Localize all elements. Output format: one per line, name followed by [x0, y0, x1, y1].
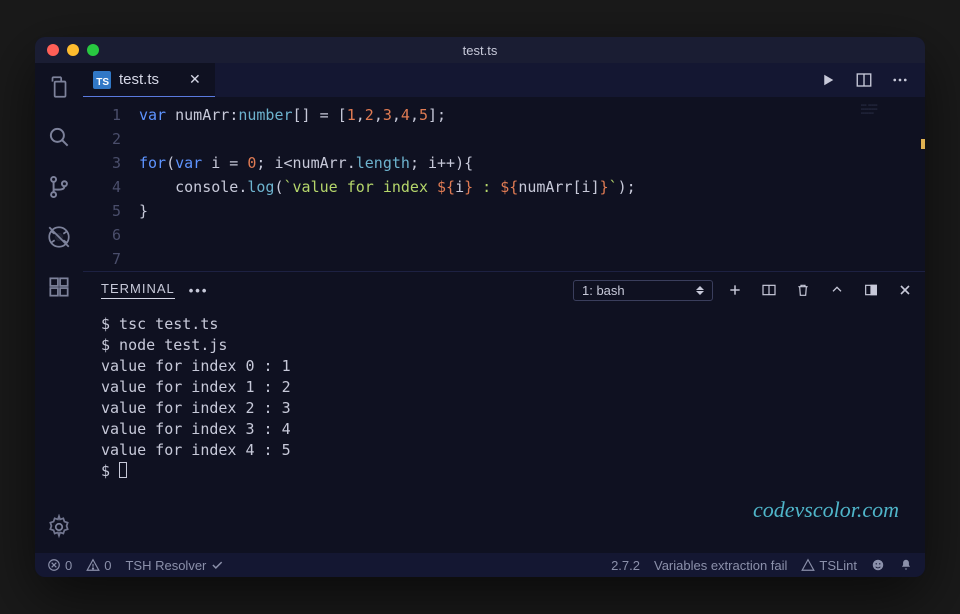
toggle-panel-icon[interactable] [863, 282, 879, 298]
feedback-smiley-icon[interactable] [871, 558, 885, 572]
notifications-bell-icon[interactable] [899, 558, 913, 572]
tab-test-ts[interactable]: TS test.ts ✕ [83, 63, 215, 97]
status-bar: 0 0 TSH Resolver 2.7.2 Variables extract… [35, 553, 925, 577]
source-control-icon[interactable] [45, 173, 73, 201]
window-title: test.ts [35, 43, 925, 58]
line-number-gutter: 1234567 [83, 103, 139, 271]
kill-terminal-icon[interactable] [795, 282, 811, 298]
terminal-actions [727, 282, 913, 298]
split-terminal-icon[interactable] [761, 282, 777, 298]
overview-ruler-mark [921, 139, 925, 149]
explorer-icon[interactable] [45, 73, 73, 101]
main-area: TS test.ts ✕ 12345 [35, 63, 925, 553]
editor-actions [819, 63, 925, 97]
status-errors[interactable]: 0 [47, 558, 72, 573]
editor-group: TS test.ts ✕ 12345 [83, 63, 925, 553]
run-icon[interactable] [819, 71, 837, 89]
status-errors-count: 0 [65, 558, 72, 573]
extensions-icon[interactable] [45, 273, 73, 301]
status-warnings-count: 0 [104, 558, 111, 573]
terminal-tab[interactable]: TERMINAL [101, 281, 175, 299]
status-warnings[interactable]: 0 [86, 558, 111, 573]
split-editor-icon[interactable] [855, 71, 873, 89]
minimap[interactable]: ▬▬▬ ▬▬▬▬▬▬▬▬▬▬▬▬▬▬▬▬▬▬▬▬▬ [861, 103, 921, 133]
search-icon[interactable] [45, 123, 73, 151]
editor-window: test.ts [35, 37, 925, 577]
new-terminal-icon[interactable] [727, 282, 743, 298]
panel-more-icon[interactable]: ••• [189, 283, 209, 298]
watermark-text: codevscolor.com [753, 497, 899, 523]
maximize-panel-icon[interactable] [829, 282, 845, 298]
status-message[interactable]: Variables extraction fail [654, 558, 787, 573]
status-version[interactable]: 2.7.2 [611, 558, 640, 573]
code-content[interactable]: var numArr:number[] = [1,2,3,4,5]; for(v… [139, 103, 925, 271]
tab-filename: test.ts [119, 71, 159, 88]
terminal-selector-label: 1: bash [582, 283, 625, 298]
close-tab-icon[interactable]: ✕ [185, 71, 205, 88]
panel-header: TERMINAL ••• 1: bash [83, 272, 925, 308]
code-editor[interactable]: 1234567 var numArr:number[] = [1,2,3,4,5… [83, 97, 925, 271]
status-resolver[interactable]: TSH Resolver [125, 558, 224, 573]
settings-gear-icon[interactable] [45, 513, 73, 541]
status-linter[interactable]: TSLint [801, 558, 857, 573]
titlebar: test.ts [35, 37, 925, 63]
typescript-file-icon: TS [93, 71, 111, 89]
close-panel-icon[interactable] [897, 282, 913, 298]
debug-icon[interactable] [45, 223, 73, 251]
activity-bar [35, 63, 83, 553]
terminal-selector[interactable]: 1: bash [573, 280, 713, 301]
more-actions-icon[interactable] [891, 71, 909, 89]
tab-bar: TS test.ts ✕ [83, 63, 925, 97]
